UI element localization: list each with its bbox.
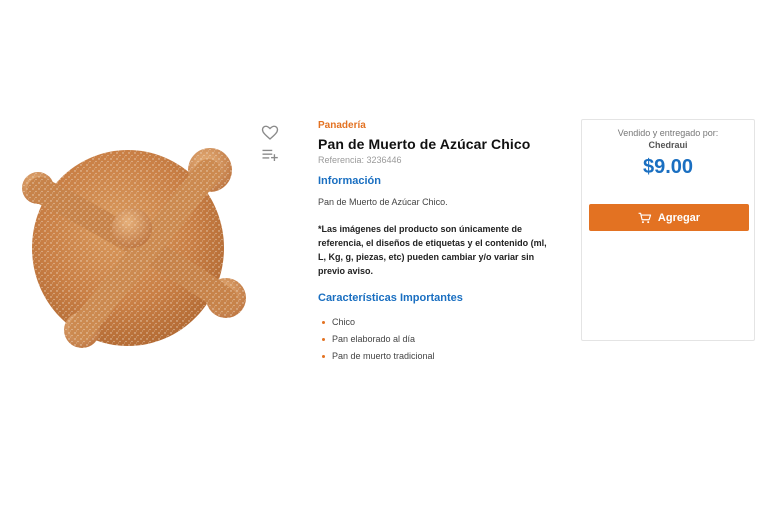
features-heading: Características Importantes (318, 292, 463, 304)
bullet-icon (322, 355, 325, 358)
product-description: Pan de Muerto de Azúcar Chico. (318, 197, 448, 207)
add-to-cart-button[interactable]: Agregar (589, 204, 749, 231)
product-price: $9.00 (642, 156, 694, 178)
feature-label: Pan de muerto tradicional (332, 351, 435, 361)
feature-item: Chico (322, 314, 558, 331)
purchase-box: Vendido y entregado por: Chedraui $9.00 … (581, 119, 755, 341)
bullet-icon (322, 321, 325, 324)
product-title: Pan de Muerto de Azúcar Chico (318, 136, 531, 152)
heart-icon[interactable] (261, 124, 279, 142)
product-reference: Referencia: 3236446 (318, 155, 402, 165)
features-list: Chico Pan elaborado al día Pan de muerto… (322, 314, 558, 365)
product-details: Panadería Pan de Muerto de Azúcar Chico … (318, 120, 558, 365)
feature-label: Pan elaborado al día (332, 334, 416, 344)
image-disclaimer: *Las imágenes del producto son únicament… (318, 224, 547, 276)
add-button-label: Agregar (657, 211, 701, 224)
product-image (22, 148, 246, 348)
cart-icon (638, 212, 652, 223)
playlist-add-icon[interactable] (261, 146, 279, 164)
seller-name: Chedraui (648, 140, 688, 150)
sold-by-label: Vendido y entregado por: (617, 128, 719, 138)
feature-item: Pan de muerto tradicional (322, 348, 558, 365)
product-actions (261, 124, 281, 168)
bullet-icon (322, 338, 325, 341)
product-category[interactable]: Panadería (318, 120, 558, 131)
info-heading: Información (318, 175, 381, 187)
feature-label: Chico (332, 317, 356, 327)
feature-item: Pan elaborado al día (322, 331, 558, 348)
